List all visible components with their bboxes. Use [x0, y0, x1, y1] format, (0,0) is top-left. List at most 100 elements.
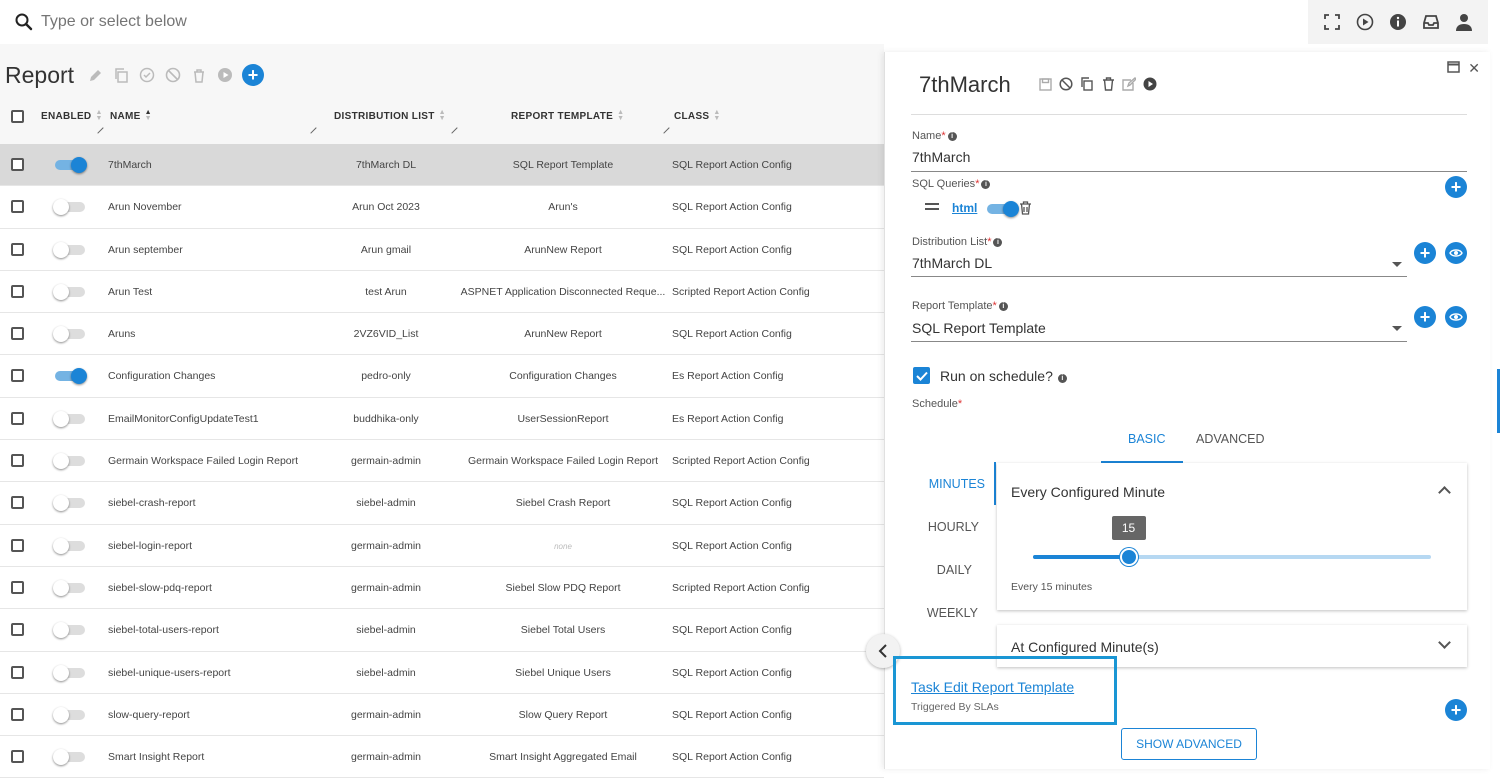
accordion-title[interactable]: At Configured Minute(s) [1011, 639, 1159, 655]
table-row[interactable]: Germain Workspace Failed Login Report ge… [0, 440, 884, 483]
enabled-toggle[interactable] [53, 157, 87, 173]
info-icon[interactable] [1388, 12, 1408, 32]
enabled-toggle[interactable] [53, 579, 87, 596]
enabled-toggle[interactable] [53, 622, 87, 639]
maximize-icon[interactable] [1447, 60, 1461, 77]
select-all-checkbox[interactable] [11, 110, 24, 123]
row-checkbox[interactable] [11, 411, 24, 425]
disable-icon[interactable] [164, 66, 182, 84]
enabled-toggle[interactable] [53, 749, 87, 766]
delete-icon[interactable] [1100, 76, 1116, 92]
enabled-toggle[interactable] [53, 199, 87, 216]
inbox-icon[interactable] [1421, 12, 1441, 32]
delete-query-icon[interactable] [1019, 201, 1032, 220]
copy-icon[interactable] [1079, 76, 1095, 92]
column-resize-handle[interactable] [446, 122, 458, 134]
add-sql-query-button[interactable]: + [1445, 176, 1467, 198]
view-distribution-list-button[interactable] [1445, 242, 1467, 264]
enabled-toggle[interactable] [53, 326, 87, 343]
enabled-toggle[interactable] [53, 368, 87, 385]
column-header-distribution-list[interactable]: DISTRIBUTION LIST ▲ ▼ [334, 109, 446, 122]
search-input[interactable] [41, 10, 641, 34]
table-row[interactable]: siebel-unique-users-report siebel-admin … [0, 651, 884, 694]
distribution-list-select[interactable]: 7thMarch DL [912, 255, 992, 271]
add-report-template-button[interactable]: + [1414, 306, 1436, 328]
enabled-toggle[interactable] [53, 410, 87, 427]
edit-icon[interactable] [1121, 76, 1137, 92]
add-report-button[interactable]: + [242, 64, 264, 86]
column-header-name[interactable]: NAME ▲ ▼ [110, 109, 152, 122]
check-circle-icon[interactable] [138, 66, 156, 84]
add-distribution-list-button[interactable]: + [1414, 242, 1436, 264]
user-icon[interactable] [1454, 12, 1474, 32]
vtab-weekly[interactable]: WEEKLY [915, 606, 978, 620]
save-icon[interactable] [1037, 76, 1053, 92]
show-advanced-button[interactable]: SHOW ADVANCED [1121, 728, 1257, 760]
row-checkbox[interactable] [11, 158, 24, 171]
disable-icon[interactable] [1058, 76, 1074, 92]
run-icon[interactable] [216, 66, 234, 84]
table-row[interactable]: siebel-crash-report siebel-admin Siebel … [0, 482, 884, 525]
column-header-class[interactable]: CLASS ▲ ▼ [674, 109, 721, 122]
delete-icon[interactable] [190, 66, 208, 84]
column-resize-handle[interactable] [658, 122, 670, 134]
add-task-button[interactable]: + [1445, 699, 1467, 721]
table-row[interactable]: Configuration Changes pedro-only Configu… [0, 355, 884, 398]
drag-handle-icon[interactable] [925, 203, 939, 210]
row-checkbox[interactable] [11, 327, 24, 341]
row-checkbox[interactable] [11, 369, 24, 383]
row-checkbox[interactable] [11, 284, 24, 298]
minute-slider[interactable]: 15 [1033, 516, 1431, 566]
enabled-toggle[interactable] [53, 495, 87, 512]
table-row[interactable]: EmailMonitorConfigUpdateTest1 buddhika-o… [0, 397, 884, 441]
sql-query-toggle[interactable] [985, 201, 1019, 217]
enabled-toggle[interactable] [53, 706, 87, 723]
table-row[interactable]: siebel-total-users-report siebel-admin S… [0, 609, 884, 652]
row-checkbox[interactable] [11, 750, 24, 764]
run-icon[interactable] [1142, 76, 1158, 92]
row-checkbox[interactable] [11, 707, 24, 721]
enabled-toggle[interactable] [53, 453, 87, 470]
close-icon[interactable]: ✕ [1468, 60, 1480, 77]
table-row[interactable]: siebel-slow-pdq-report germain-admin Sie… [0, 566, 884, 610]
row-checkbox[interactable] [11, 665, 24, 679]
table-row[interactable]: 7thMarch 7thMarch DL SQL Report Template… [0, 144, 884, 187]
enabled-toggle[interactable] [53, 664, 87, 681]
row-checkbox[interactable] [11, 454, 24, 468]
name-field[interactable]: 7thMarch [912, 149, 970, 165]
table-row[interactable]: Arun september Arun gmail ArunNew Report… [0, 228, 884, 271]
row-checkbox[interactable] [11, 200, 24, 214]
table-row[interactable]: Arun Test test Arun ASPNET Application D… [0, 270, 884, 314]
scrollbar[interactable] [1497, 369, 1500, 433]
dropdown-arrow-icon[interactable] [1392, 326, 1402, 331]
edit-icon[interactable] [86, 66, 104, 84]
chevron-up-icon[interactable] [1438, 486, 1451, 499]
row-checkbox[interactable] [11, 496, 24, 510]
report-template-select[interactable]: SQL Report Template [912, 320, 1046, 336]
task-edit-report-template-link[interactable]: Task Edit Report Template [911, 679, 1074, 695]
row-checkbox[interactable] [11, 580, 24, 594]
dropdown-arrow-icon[interactable] [1392, 262, 1402, 267]
table-row[interactable]: siebel-login-report germain-admin none S… [0, 524, 884, 567]
copy-icon[interactable] [112, 66, 130, 84]
slider-handle[interactable] [1119, 548, 1138, 566]
vtab-minutes[interactable]: MINUTES [915, 477, 985, 491]
tab-basic[interactable]: BASIC [1124, 432, 1170, 446]
play-circle-icon[interactable] [1355, 12, 1375, 32]
table-row[interactable]: slow-query-report germain-admin Slow Que… [0, 693, 884, 737]
tab-advanced[interactable]: ADVANCED [1192, 432, 1269, 446]
fullscreen-icon[interactable] [1322, 12, 1342, 32]
column-resize-handle[interactable] [305, 122, 317, 134]
vtab-hourly[interactable]: HOURLY [915, 520, 979, 534]
enabled-toggle[interactable] [53, 283, 87, 300]
sql-query-link[interactable]: html [952, 201, 977, 215]
row-checkbox[interactable] [11, 623, 24, 637]
vtab-daily[interactable]: DAILY [915, 563, 972, 577]
table-row[interactable]: Smart Insight Report germain-admin Smart… [0, 736, 884, 778]
enabled-toggle[interactable] [53, 241, 87, 258]
column-header-report-template[interactable]: REPORT TEMPLATE ▲ ▼ [511, 109, 624, 122]
column-resize-handle[interactable] [92, 122, 104, 134]
column-header-enabled[interactable]: ENABLED ▲ ▼ [41, 109, 103, 122]
run-on-schedule-checkbox[interactable] [913, 367, 930, 384]
row-checkbox[interactable] [11, 242, 24, 256]
